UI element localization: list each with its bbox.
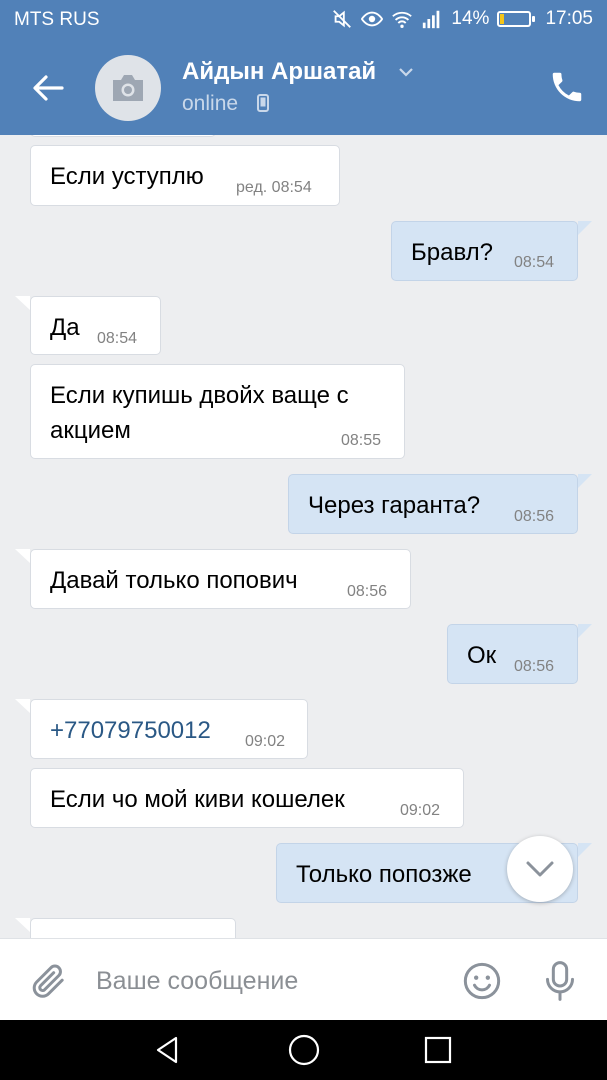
signal-icon [423,10,440,29]
eye-icon [361,11,384,27]
message-time: ред. 08:54 [236,179,312,196]
message-bubble-incoming[interactable]: Да 08:54 [30,296,161,355]
carrier-name: MTS RUS [14,9,100,30]
chat-header: Айдын Аршатай online [0,40,607,135]
message-bubble-incoming[interactable]: +77079750012 09:02 [30,699,308,759]
wifi-icon [392,11,413,28]
message-time: 09:02 [400,802,441,819]
paperclip-icon[interactable] [28,961,68,1001]
message-bubble-partial [30,918,236,938]
bubble-tail [15,918,30,932]
message-text: Бравл? [411,239,493,266]
message-bubble-incoming[interactable]: Если чо мой киви кошелек 09:02 [30,768,464,828]
status-icons: 14% 17:05 [331,8,593,30]
message-composer [0,938,607,1020]
message-input[interactable] [96,963,436,999]
message-text: Если купишь двойх ваще с [50,382,349,409]
call-icon[interactable] [548,68,586,106]
message-bubble-outgoing[interactable]: Через гаранта? 08:56 [288,474,578,534]
bubble-tail [15,699,30,713]
mute-icon [333,10,352,28]
back-arrow-icon[interactable] [28,68,68,108]
avatar[interactable] [95,55,161,121]
bubble-tail [15,296,30,310]
message-text: Через гаранта? [308,492,481,519]
clock: 17:05 [545,8,593,29]
message-time: 08:54 [97,330,138,347]
system-navigation-bar [0,1020,607,1080]
chevron-down-icon [526,861,554,877]
message-bubble-partial [30,135,216,137]
message-bubble-incoming[interactable]: Давай только попович 08:56 [30,549,411,609]
status-bar: MTS RUS 14% 17:05 [0,0,607,40]
phone-number-link[interactable]: +77079750012 [50,717,211,745]
bubble-tail [15,549,30,563]
message-text: Только попозже [296,861,472,888]
message-text: Ок [467,642,497,669]
message-text: Если чо мой киви кошелек [50,786,345,813]
message-time: 08:56 [514,508,555,525]
bubble-tail [578,474,592,488]
chevron-down-icon[interactable] [398,66,414,78]
scroll-to-bottom-button[interactable] [507,836,573,902]
nav-home-icon[interactable] [286,1032,322,1068]
message-text: Давай только попович [50,567,298,594]
battery-icon [497,11,536,27]
message-list[interactable]: Если уступлю ред. 08:54 Бравл? 08:54 Да … [0,135,607,938]
battery-percent: 14% [451,8,490,29]
message-text: Да [50,314,80,341]
bubble-tail [578,624,592,638]
message-time: 09:02 [245,733,286,750]
message-time: 08:55 [341,432,382,449]
bubble-tail [578,221,592,235]
contact-status: online [182,92,239,115]
emoji-icon[interactable] [462,961,502,1001]
message-bubble-outgoing[interactable]: Бравл? 08:54 [391,221,578,281]
message-time: 08:56 [514,658,555,675]
camera-icon [113,75,143,101]
message-time: 08:54 [514,254,555,271]
contact-name[interactable]: Айдын Аршатай [182,58,376,86]
message-time: 08:56 [347,583,388,600]
message-bubble-incoming[interactable]: Если уступлю ред. 08:54 [30,145,340,206]
nav-back-icon[interactable] [152,1034,184,1066]
nav-recent-icon[interactable] [422,1034,454,1066]
mobile-phone-icon [257,94,269,112]
bubble-tail [578,843,592,857]
microphone-icon[interactable] [540,959,580,1003]
message-bubble-incoming[interactable]: Если купишь двойх ваще с акцием 08:55 [30,364,405,459]
message-bubble-outgoing[interactable]: Ок 08:56 [447,624,578,684]
message-text: Если уступлю [50,163,204,190]
message-text-line2: акцием [50,417,131,444]
